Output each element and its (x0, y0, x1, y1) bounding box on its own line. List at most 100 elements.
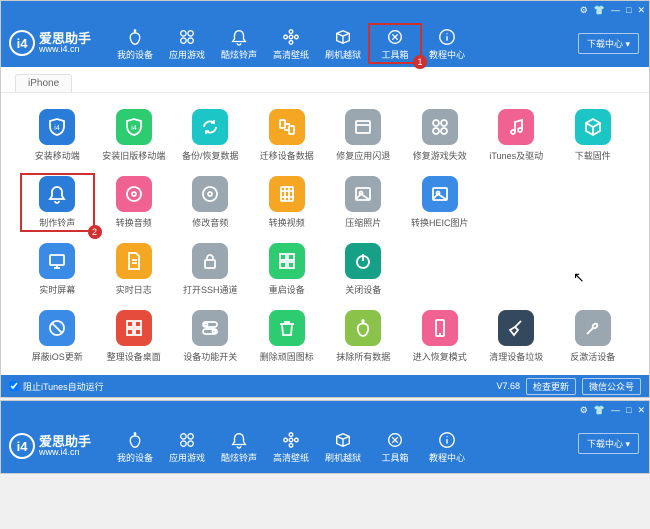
block-itunes-label: 阻止iTunes自动运行 (23, 380, 104, 393)
nav-wallpaper[interactable]: 高清壁纸 (265, 427, 317, 466)
tool-monitor[interactable]: 实时屏幕 (21, 241, 94, 298)
tool-bell[interactable]: 制作铃声2 (21, 174, 94, 231)
tool-note[interactable]: iTunes及驱动 (480, 107, 553, 164)
brand-url: www.i4.cn (39, 45, 91, 54)
apps-icon (422, 109, 458, 145)
tool-lock[interactable]: 打开SSH通道 (174, 241, 247, 298)
header: i4 爱思助手 www.i4.cn 我的设备应用游戏酷炫铃声高清壁纸刷机越狱工具… (1, 19, 649, 67)
tool-label: 进入恢复模式 (406, 350, 475, 363)
tool-refresh[interactable]: 备份/恢复数据 (174, 107, 247, 164)
noupdate-icon (39, 310, 75, 346)
nav-device[interactable]: 我的设备 (109, 24, 161, 63)
tool-toggles[interactable]: 设备功能开关 (174, 308, 247, 365)
tool-shield-i4[interactable]: 安装移动端 (21, 107, 94, 164)
settings-icon[interactable]: ⚙ (580, 5, 588, 16)
tool-label: 抹除所有数据 (329, 350, 398, 363)
nav-tools[interactable]: 工具箱 (369, 427, 421, 466)
tool-image[interactable]: 转换HEIC图片 (404, 174, 477, 231)
tool-film[interactable]: 转换视频 (251, 174, 324, 231)
doc-icon (116, 243, 152, 279)
tool-grid4[interactable]: 重启设备 (251, 241, 324, 298)
trash-icon (269, 310, 305, 346)
nav-label: 我的设备 (109, 451, 161, 464)
bell-icon (213, 429, 265, 451)
cube-icon (575, 109, 611, 145)
nav-tools[interactable]: 工具箱1 (369, 24, 421, 63)
logo: i4 爱思助手 www.i4.cn (9, 30, 91, 56)
nav-wallpaper[interactable]: 高清壁纸 (265, 24, 317, 63)
flower-icon (265, 429, 317, 451)
tools-icon (369, 429, 421, 451)
nav-tutorial[interactable]: 教程中心 (421, 24, 473, 63)
nav-label: 应用游戏 (161, 48, 213, 61)
logo-icon: i4 (9, 30, 35, 56)
tool-noupdate[interactable]: 屏蔽iOS更新 (21, 308, 94, 365)
power-icon (345, 243, 381, 279)
logo-icon: i4 (9, 433, 35, 459)
tool-transfer[interactable]: 迁移设备数据 (251, 107, 324, 164)
bell-icon (39, 176, 75, 212)
logo: i4 爱思助手 www.i4.cn (9, 433, 91, 459)
close-button[interactable]: ✕ (637, 5, 645, 16)
maximize-button[interactable]: □ (626, 5, 631, 15)
tools-icon (369, 26, 421, 48)
tool-cube[interactable]: 下载固件 (557, 107, 630, 164)
nav-tutorial[interactable]: 教程中心 (421, 427, 473, 466)
header-2: i4 爱思助手 www.i4.cn 我的设备应用游戏酷炫铃声高清壁纸刷机越狱工具… (1, 419, 649, 473)
tool-image[interactable]: 压缩照片 (327, 174, 400, 231)
tool-label: 实时屏幕 (23, 283, 92, 296)
tool-power[interactable]: 关闭设备 (327, 241, 400, 298)
nav-jailbreak[interactable]: 刷机越狱 (317, 427, 369, 466)
check-update-button[interactable]: 检查更新 (526, 378, 576, 395)
tool-apple[interactable]: 抹除所有数据 (327, 308, 400, 365)
tool-doc[interactable]: 实时日志 (98, 241, 171, 298)
tool-apps[interactable]: 修复游戏失效 (404, 107, 477, 164)
bell-icon (213, 26, 265, 48)
close-button[interactable]: ✕ (637, 405, 645, 416)
nav-apps[interactable]: 应用游戏 (161, 427, 213, 466)
download-center-button[interactable]: 下载中心 ▾ (578, 33, 639, 54)
tool-window[interactable]: 修复应用闪退 (327, 107, 400, 164)
tool-label: 设备功能开关 (176, 350, 245, 363)
nav-device[interactable]: 我的设备 (109, 427, 161, 466)
skin-icon[interactable]: 👕 (594, 405, 605, 416)
nav-ringtone[interactable]: 酷炫铃声 (213, 24, 265, 63)
tool-label: 备份/恢复数据 (176, 149, 245, 162)
minimize-button[interactable]: — (611, 5, 620, 15)
tool-phone[interactable]: 进入恢复模式 (404, 308, 477, 365)
tab-iphone[interactable]: iPhone (15, 74, 72, 92)
tool-label: 安装旧版移动端 (100, 149, 169, 162)
tool-disc[interactable]: 转换音频 (98, 174, 171, 231)
nav-label: 刷机越狱 (317, 451, 369, 464)
nav-label: 高清壁纸 (265, 48, 317, 61)
window-icon (345, 109, 381, 145)
tool-broom[interactable]: 清理设备垃圾 (480, 308, 553, 365)
nav-jailbreak[interactable]: 刷机越狱 (317, 24, 369, 63)
download-center-button[interactable]: 下载中心 ▾ (578, 433, 639, 454)
nav-ringtone[interactable]: 酷炫铃声 (213, 427, 265, 466)
minimize-button[interactable]: — (611, 405, 620, 415)
tool-disc[interactable]: 修改音频 (174, 174, 247, 231)
apps-icon (161, 429, 213, 451)
maximize-button[interactable]: □ (626, 405, 631, 415)
nav-label: 教程中心 (421, 48, 473, 61)
box-icon (317, 429, 369, 451)
tool-label: 转换HEIC图片 (406, 216, 475, 229)
phone-icon (422, 310, 458, 346)
tool-shield-i4[interactable]: 安装旧版移动端 (98, 107, 171, 164)
nav-apps[interactable]: 应用游戏 (161, 24, 213, 63)
tool-label: 实时日志 (100, 283, 169, 296)
tool-grid4[interactable]: 整理设备桌面 (98, 308, 171, 365)
tool-trash[interactable]: 删除顽固图标 (251, 308, 324, 365)
settings-icon[interactable]: ⚙ (580, 405, 588, 416)
tool-label: 压缩照片 (329, 216, 398, 229)
skin-icon[interactable]: 👕 (594, 5, 605, 16)
block-itunes-checkbox[interactable]: 阻止iTunes自动运行 (9, 380, 104, 393)
tool-wrench[interactable]: 反激活设备 (557, 308, 630, 365)
tool-label: 修复游戏失效 (406, 149, 475, 162)
disc-icon (116, 176, 152, 212)
wechat-button[interactable]: 微信公众号 (582, 378, 641, 395)
block-itunes-input[interactable] (9, 381, 19, 391)
disc-icon (192, 176, 228, 212)
tool-label: 清理设备垃圾 (482, 350, 551, 363)
